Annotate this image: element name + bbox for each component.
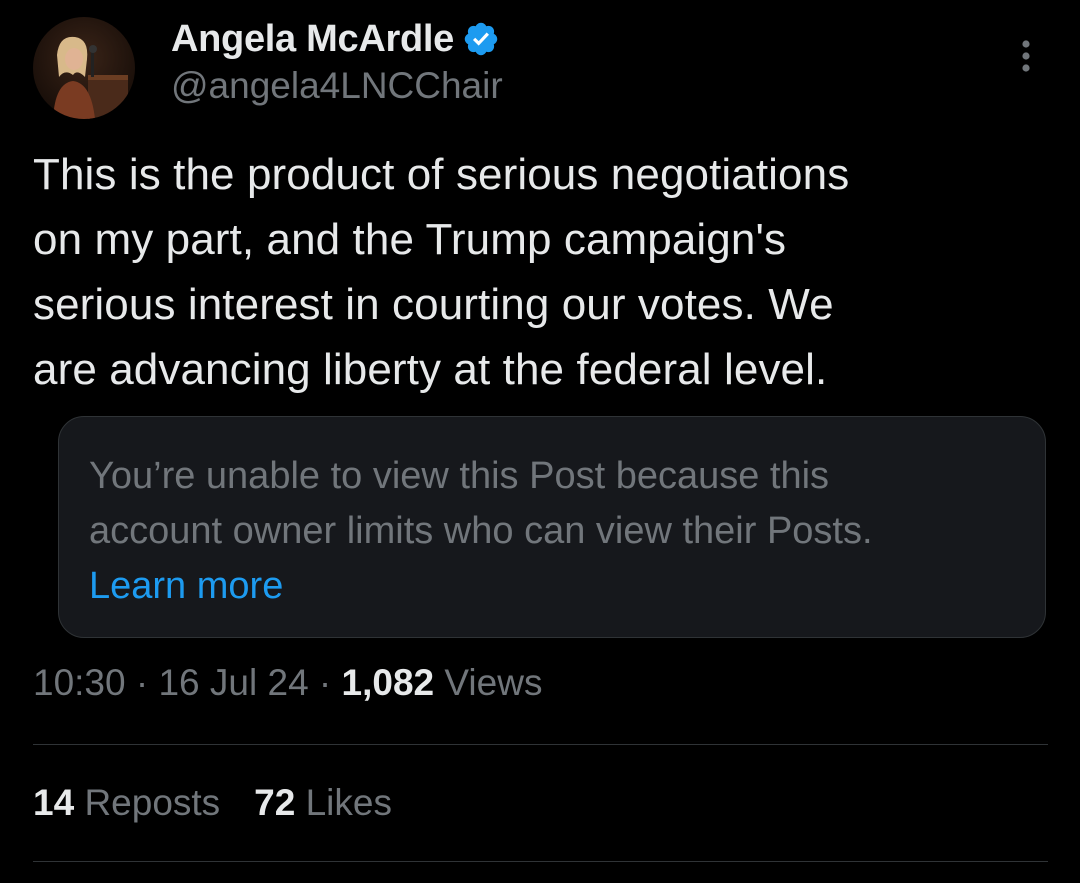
post-metadata: 10:30 · 16 Jul 24 · 1,082 Views <box>33 662 542 704</box>
avatar[interactable] <box>33 17 135 119</box>
quoted-post-unavailable[interactable]: You’re unable to view this Post because … <box>58 416 1046 638</box>
engagement-stats: 14 Reposts 72 Likes <box>33 782 392 824</box>
views-label: Views <box>444 662 543 703</box>
unavailable-message: You’re unable to view this Post because … <box>89 455 873 552</box>
verified-badge-icon[interactable] <box>462 20 500 58</box>
divider <box>33 744 1048 745</box>
display-name[interactable]: Angela McArdle <box>171 18 454 61</box>
user-handle[interactable]: @angela4LNCChair <box>171 65 503 107</box>
quoted-post-message: You’re unable to view this Post because … <box>89 449 1019 614</box>
post-date[interactable]: 16 Jul 24 <box>158 662 308 703</box>
likes-stat[interactable]: 72 Likes <box>254 782 392 823</box>
divider <box>33 861 1048 862</box>
reposts-label: Reposts <box>84 782 221 823</box>
post-time[interactable]: 10:30 <box>33 662 126 703</box>
meta-separator: · <box>308 662 342 703</box>
name-row: Angela McArdle <box>171 17 503 61</box>
profile-photo-icon <box>33 17 135 119</box>
likes-count: 72 <box>254 782 296 823</box>
likes-label: Likes <box>305 782 392 823</box>
views-count: 1,082 <box>341 662 435 703</box>
reposts-stat[interactable]: 14 Reposts <box>33 782 220 823</box>
post-detail: Angela McArdle @angela4LNCChair This is … <box>0 0 1080 883</box>
more-options-icon[interactable] <box>1006 36 1046 76</box>
reposts-count: 14 <box>33 782 75 823</box>
learn-more-link[interactable]: Learn more <box>89 565 283 607</box>
author-block: Angela McArdle @angela4LNCChair <box>171 17 503 107</box>
post-text: This is the product of serious negotiati… <box>33 150 850 394</box>
meta-separator: · <box>125 662 159 703</box>
